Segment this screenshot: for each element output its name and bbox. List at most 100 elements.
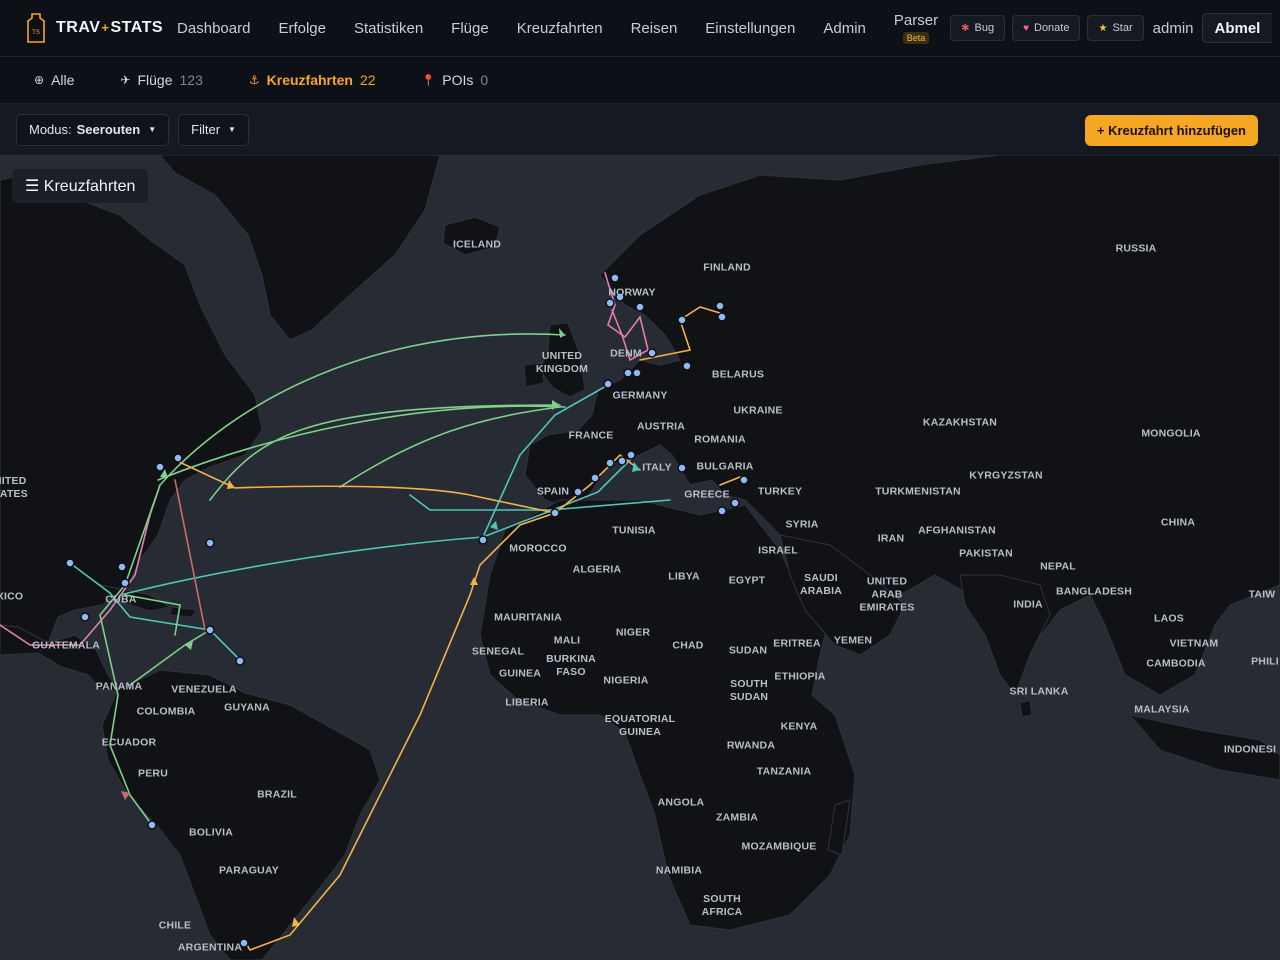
map-label: ITALY bbox=[642, 461, 672, 474]
map-label: MALAYSIA bbox=[1134, 703, 1190, 716]
port-marker[interactable] bbox=[626, 450, 636, 460]
port-marker[interactable] bbox=[717, 506, 727, 516]
map-label: RUSSIA bbox=[1115, 242, 1157, 255]
map-label: INDONESI bbox=[1223, 743, 1277, 756]
map-label: EGYPT bbox=[728, 574, 766, 587]
map-label: VIETNAM bbox=[1169, 637, 1219, 650]
port-marker[interactable] bbox=[623, 368, 633, 378]
port-marker[interactable] bbox=[117, 562, 127, 572]
nav-einstellungen[interactable]: Einstellungen bbox=[691, 20, 809, 37]
bug-button[interactable]: ✱ Bug bbox=[950, 15, 1006, 41]
port-marker[interactable] bbox=[617, 456, 627, 466]
port-marker[interactable] bbox=[677, 315, 687, 325]
map-label: NITED TATES bbox=[0, 475, 28, 500]
port-marker[interactable] bbox=[632, 368, 642, 378]
route-arrow bbox=[490, 521, 498, 530]
brand-logo[interactable]: TS TRAV+STATS bbox=[26, 12, 163, 44]
map-label: SENEGAL bbox=[471, 645, 525, 658]
map-label: ZAMBIA bbox=[715, 811, 759, 824]
filter-dropdown[interactable]: Filter ▼ bbox=[178, 113, 249, 146]
nav-reisen[interactable]: Reisen bbox=[617, 20, 692, 37]
map-label: YEMEN bbox=[833, 634, 873, 647]
port-marker[interactable] bbox=[739, 475, 749, 485]
map-label: LAOS bbox=[1154, 612, 1184, 625]
route-arrow bbox=[470, 577, 478, 585]
port-marker[interactable] bbox=[573, 487, 583, 497]
tab-kreuzfahrten[interactable]: ⚓ Kreuzfahrten 22 bbox=[249, 72, 376, 88]
map-label: VENEZUELA bbox=[171, 683, 237, 696]
map-label: BULGARIA bbox=[696, 460, 754, 473]
port-marker[interactable] bbox=[173, 453, 183, 463]
port-marker[interactable] bbox=[155, 462, 165, 472]
port-marker[interactable] bbox=[715, 301, 725, 311]
tab-count: 0 bbox=[480, 72, 489, 88]
map-label: CAMBODIA bbox=[1146, 657, 1206, 670]
port-marker[interactable] bbox=[65, 558, 75, 568]
map-label: XICO bbox=[0, 590, 24, 603]
map-toolbar: Modus: Seerouten ▼ Filter ▼ + Kreuzfahrt… bbox=[0, 104, 1280, 155]
map-label: ISRAEL bbox=[758, 544, 798, 557]
mode-dropdown[interactable]: Modus: Seerouten ▼ bbox=[16, 113, 170, 146]
map-label: PAKISTAN bbox=[959, 547, 1013, 560]
port-marker[interactable] bbox=[717, 312, 727, 322]
star-button[interactable]: ★ Star bbox=[1087, 15, 1144, 41]
port-marker[interactable] bbox=[147, 820, 157, 830]
top-navigation: TS TRAV+STATS Dashboard Erfolge Statisti… bbox=[0, 0, 1280, 57]
map-label: TURKMENISTAN bbox=[875, 485, 961, 498]
nav-admin[interactable]: Admin bbox=[809, 20, 880, 37]
donate-button[interactable]: ♥ Donate bbox=[1012, 15, 1081, 41]
nav-dashboard[interactable]: Dashboard bbox=[175, 20, 264, 37]
tab-alle[interactable]: ⊕ Alle bbox=[34, 72, 74, 88]
port-marker[interactable] bbox=[590, 473, 600, 483]
nav-kreuzfahrten[interactable]: Kreuzfahrten bbox=[503, 20, 617, 37]
port-marker[interactable] bbox=[605, 458, 615, 468]
cruise-route[interactable] bbox=[209, 404, 561, 501]
map-label: AUSTRIA bbox=[636, 420, 686, 433]
cruise-list-toggle[interactable]: ☰ Kreuzfahrten bbox=[12, 169, 149, 203]
map-label: GUINEA bbox=[498, 667, 542, 680]
port-marker[interactable] bbox=[120, 578, 130, 588]
map-label: TUNISIA bbox=[612, 524, 656, 537]
nav-statistiken[interactable]: Statistiken bbox=[340, 20, 437, 37]
port-marker[interactable] bbox=[603, 379, 613, 389]
logout-button[interactable]: Abmel bbox=[1201, 13, 1273, 43]
map-label: MOROCCO bbox=[509, 542, 567, 555]
map-label: FINLAND bbox=[703, 261, 751, 274]
port-marker[interactable] bbox=[610, 273, 620, 283]
port-marker[interactable] bbox=[478, 535, 488, 545]
plane-icon: ✈ bbox=[120, 73, 131, 87]
port-marker[interactable] bbox=[205, 625, 215, 635]
map-label: MONGOLIA bbox=[1141, 427, 1201, 440]
port-marker[interactable] bbox=[205, 538, 215, 548]
map-label: ALGERIA bbox=[572, 563, 622, 576]
nav-parser[interactable]: Parser Beta bbox=[880, 12, 950, 44]
map-label: BELARUS bbox=[711, 368, 765, 381]
nav-fluege[interactable]: Flüge bbox=[437, 20, 503, 37]
tab-fluege[interactable]: ✈ Flüge 123 bbox=[120, 72, 202, 88]
tab-pois[interactable]: 📍 POIs 0 bbox=[422, 72, 489, 88]
main-nav: Dashboard Erfolge Statistiken Flüge Kreu… bbox=[175, 20, 880, 37]
port-marker[interactable] bbox=[550, 508, 560, 518]
world-map[interactable]: ICELAND FINLAND RUSSIA NORWAY UNITED KIN… bbox=[0, 155, 1280, 960]
port-marker[interactable] bbox=[730, 498, 740, 508]
port-marker[interactable] bbox=[80, 612, 90, 622]
nav-erfolge[interactable]: Erfolge bbox=[264, 20, 340, 37]
port-marker[interactable] bbox=[682, 361, 692, 371]
port-marker[interactable] bbox=[235, 656, 245, 666]
star-icon: ★ bbox=[1098, 22, 1108, 34]
map-label: GUYANA bbox=[224, 701, 270, 714]
map-label: SOUTH AFRICA bbox=[701, 893, 743, 918]
map-label: UKRAINE bbox=[733, 404, 783, 417]
port-marker[interactable] bbox=[635, 302, 645, 312]
map-label: SOUTH SUDAN bbox=[729, 678, 769, 703]
map-label: MALI bbox=[553, 634, 581, 647]
map-label: CUBA bbox=[105, 593, 137, 606]
port-marker[interactable] bbox=[677, 463, 687, 473]
port-marker[interactable] bbox=[647, 348, 657, 358]
map-label: TANZANIA bbox=[756, 765, 812, 778]
port-marker[interactable] bbox=[605, 298, 615, 308]
map-label: BOLIVIA bbox=[189, 826, 233, 839]
map-label: MOZAMBIQUE bbox=[741, 840, 817, 853]
heart-icon: ♥ bbox=[1023, 22, 1029, 34]
add-cruise-button[interactable]: + Kreuzfahrt hinzufügen bbox=[1084, 115, 1258, 146]
